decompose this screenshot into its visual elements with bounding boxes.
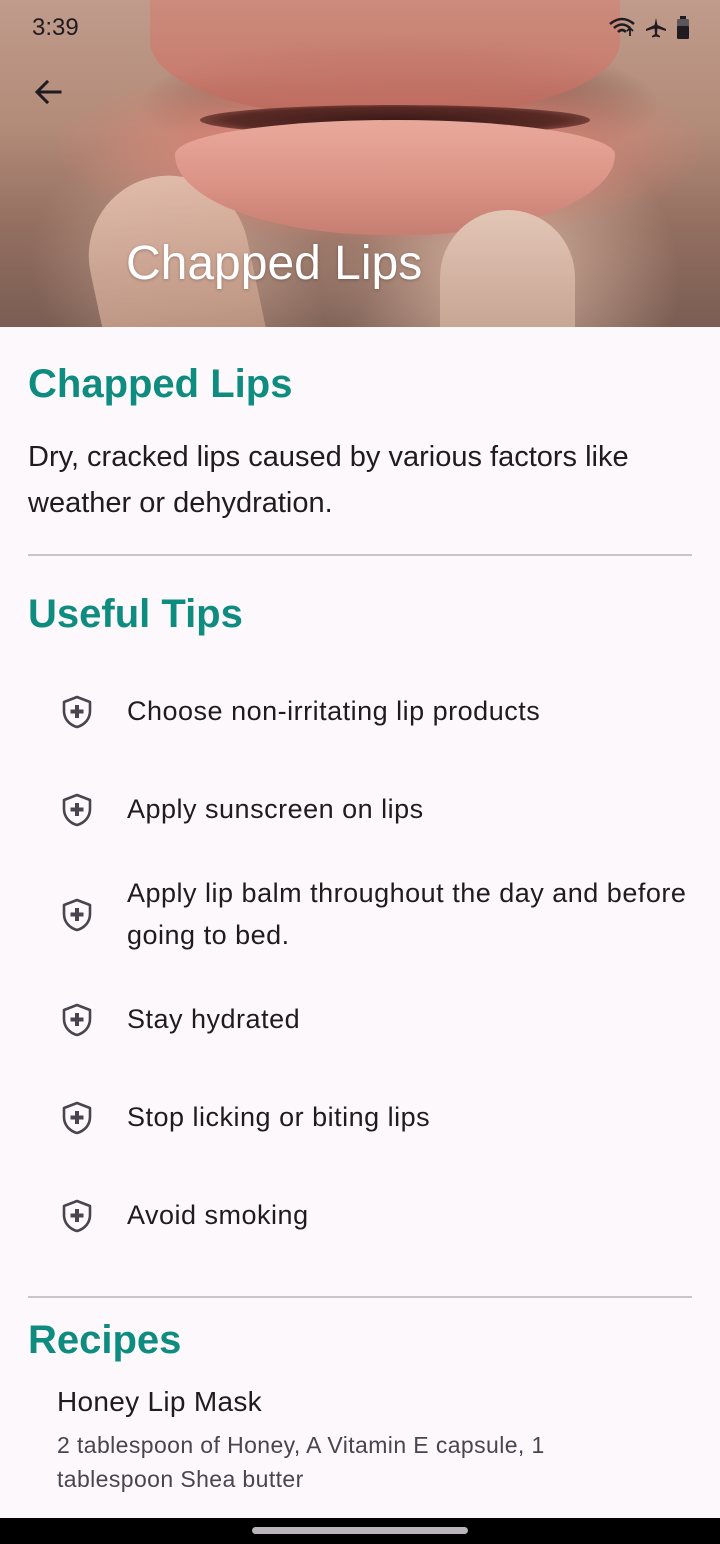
recipe-name[interactable]: Honey Lip Mask bbox=[57, 1386, 262, 1418]
battery-icon bbox=[676, 16, 690, 45]
arrow-back-icon bbox=[32, 76, 64, 113]
tip-item: Stay hydrated bbox=[0, 998, 720, 1042]
hero-title: Chapped Lips bbox=[126, 237, 423, 290]
condition-description: Dry, cracked lips caused by various fact… bbox=[28, 441, 629, 519]
tip-item: Avoid smoking bbox=[0, 1194, 720, 1238]
status-icons bbox=[608, 16, 690, 45]
tip-label: Apply sunscreen on lips bbox=[127, 794, 424, 824]
airplane-icon bbox=[644, 16, 668, 45]
tip-label: Avoid smoking bbox=[127, 1200, 309, 1230]
divider bbox=[28, 554, 692, 556]
gesture-handle[interactable] bbox=[252, 1527, 468, 1534]
tip-item: Stop licking or biting lips bbox=[0, 1096, 720, 1140]
wifi-icon bbox=[608, 16, 636, 45]
tip-label: Stop licking or biting lips bbox=[127, 1102, 431, 1132]
tip-label: Apply lip balm throughout the day and be… bbox=[127, 878, 687, 950]
back-button[interactable] bbox=[20, 66, 76, 122]
tip-label: Choose non-irritating lip products bbox=[127, 696, 541, 726]
recipe-ingredients: 2 tablespoon of Honey, A Vitamin E capsu… bbox=[57, 1432, 545, 1492]
shield-plus-icon bbox=[59, 1002, 95, 1038]
tip-item: Apply sunscreen on lips bbox=[0, 788, 720, 832]
tip-item: Apply lip balm throughout the day and be… bbox=[0, 872, 720, 958]
tip-item: Choose non-irritating lip products bbox=[0, 690, 720, 734]
shield-plus-icon bbox=[59, 1100, 95, 1136]
shield-plus-icon bbox=[59, 694, 95, 730]
condition-title: Chapped Lips bbox=[28, 362, 293, 406]
shield-plus-icon bbox=[59, 897, 95, 933]
tip-label: Stay hydrated bbox=[127, 1004, 301, 1034]
status-bar: 3:39 bbox=[0, 0, 720, 54]
recipes-title: Recipes bbox=[28, 1318, 182, 1362]
tips-title: Useful Tips bbox=[28, 592, 243, 636]
divider bbox=[28, 1296, 692, 1298]
shield-plus-icon bbox=[59, 792, 95, 828]
shield-plus-icon bbox=[59, 1198, 95, 1234]
status-time: 3:39 bbox=[32, 14, 79, 41]
